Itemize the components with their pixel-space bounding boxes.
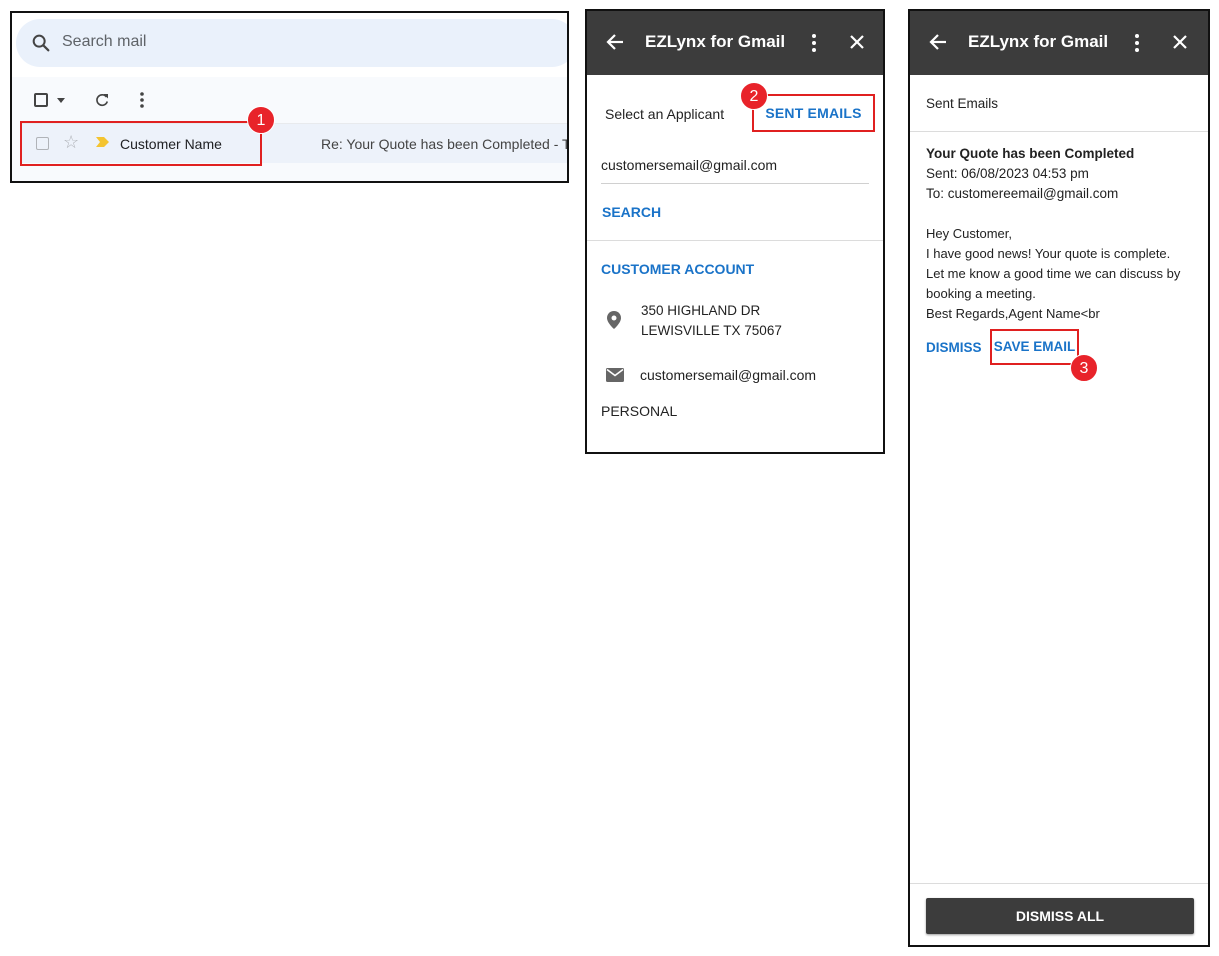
search-button[interactable]: SEARCH	[602, 204, 661, 220]
search-input[interactable]: Search mail	[62, 33, 146, 51]
step-1-highlight	[20, 121, 262, 166]
search-bar[interactable]: Search mail	[16, 19, 567, 67]
applicant-email-field[interactable]: customersemail@gmail.com	[601, 157, 869, 184]
dismiss-button[interactable]: DISMISS	[926, 340, 982, 355]
gmail-inbox-panel: Search mail ☆ Customer Name Re: Your Quo…	[10, 11, 569, 183]
step-badge: 3	[1070, 354, 1098, 382]
sent-date: Sent: 06/08/2023 04:53 pm	[926, 166, 1089, 181]
account-type: PERSONAL	[601, 403, 678, 419]
refresh-icon[interactable]	[93, 91, 111, 109]
addon-title: EZLynx for Gmail	[968, 32, 1109, 51]
divider	[587, 240, 883, 241]
email-body-line: booking a meeting.	[926, 286, 1036, 301]
divider	[910, 883, 1208, 884]
email-subject: Your Quote has been Completed	[926, 146, 1135, 161]
email-body-line: Let me know a good time we can discuss b…	[926, 266, 1181, 281]
close-icon[interactable]	[849, 34, 865, 50]
email-body-line: Best Regards,Agent Name<br	[926, 306, 1100, 321]
more-vert-icon[interactable]	[1132, 33, 1142, 53]
recipient: To: customereemail@gmail.com	[926, 186, 1119, 201]
section-title: Sent Emails	[926, 96, 999, 111]
addon-title: EZLynx for Gmail	[645, 32, 786, 51]
back-arrow-icon[interactable]	[928, 32, 948, 52]
search-icon[interactable]	[30, 32, 52, 54]
divider	[910, 131, 1208, 132]
ezlynx-addon-panel: EZLynx for Gmail Select an Applicant SEN…	[585, 9, 885, 454]
email-body-line: Hey Customer,	[926, 226, 1012, 241]
close-icon[interactable]	[1172, 34, 1188, 50]
back-arrow-icon[interactable]	[605, 32, 625, 52]
location-pin-icon	[607, 311, 621, 329]
addon-header: EZLynx for Gmail	[910, 11, 1208, 75]
save-email-button[interactable]: SAVE EMAIL	[990, 329, 1079, 365]
email-body-line: I have good news! Your quote is complete…	[926, 246, 1171, 261]
chevron-down-icon[interactable]	[57, 98, 65, 103]
step-badge: 2	[740, 82, 768, 110]
step-badge: 1	[247, 106, 275, 134]
select-applicant-label: Select an Applicant	[605, 106, 725, 122]
customer-account-link[interactable]: CUSTOMER ACCOUNT	[601, 261, 754, 277]
dismiss-all-button[interactable]: DISMISS ALL	[926, 898, 1194, 934]
sent-emails-button[interactable]: SENT EMAILS	[752, 94, 875, 132]
addon-header: EZLynx for Gmail	[587, 11, 883, 75]
email-subject[interactable]: Re: Your Quote has been Completed - T	[321, 136, 567, 152]
address-line-2: LEWISVILLE TX 75067	[641, 323, 782, 338]
select-all-checkbox[interactable]	[34, 93, 48, 107]
more-vert-icon[interactable]	[134, 91, 150, 109]
customer-email: customersemail@gmail.com	[640, 367, 817, 383]
address-line-1: 350 HIGHLAND DR	[641, 303, 761, 318]
sent-emails-panel: EZLynx for Gmail Sent Emails Your Quote …	[908, 9, 1210, 947]
mail-icon	[606, 368, 624, 382]
more-vert-icon[interactable]	[809, 33, 819, 53]
